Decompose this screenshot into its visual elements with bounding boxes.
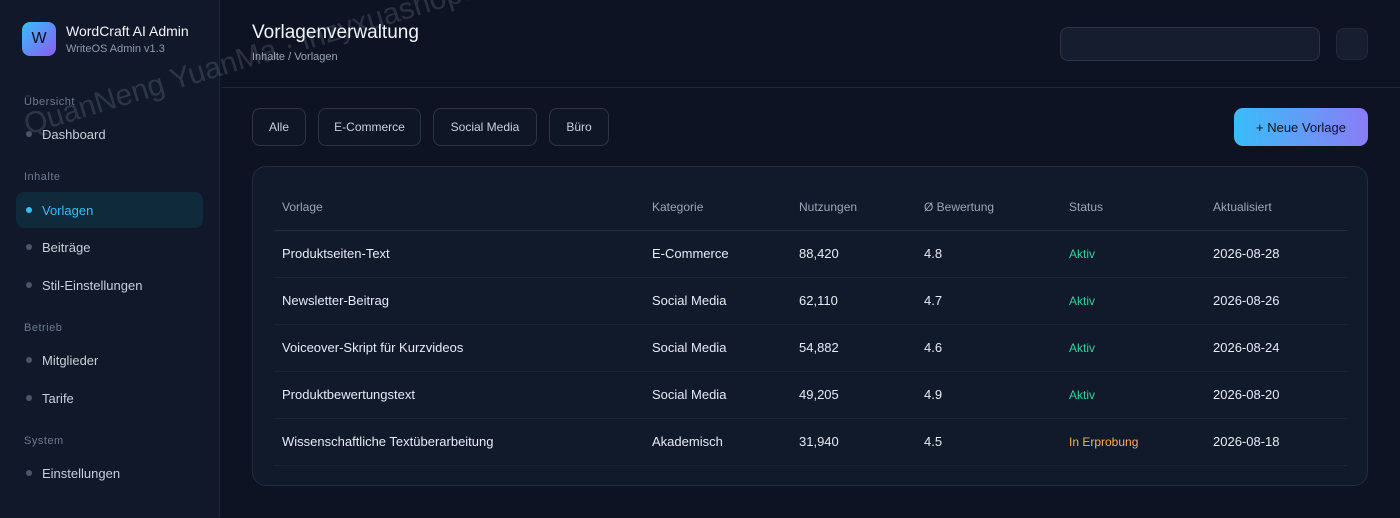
brand-logo: W	[22, 22, 56, 56]
templates-card: Vorlage Kategorie Nutzungen Ø Bewertung …	[252, 166, 1368, 486]
status-badge: In Erprobung	[1061, 418, 1205, 466]
breadcrumb: Inhalte / Vorlagen	[252, 51, 338, 63]
sidebar-item-label: Einstellungen	[42, 465, 121, 481]
sidebar: W WordCraft AI Admin WriteOS Admin v1.3 …	[0, 0, 220, 518]
sidebar-item-label: Mitglieder	[42, 352, 99, 368]
cell-template: Produktseiten-Text	[274, 230, 644, 278]
brand-name: WordCraft AI Admin	[66, 22, 189, 39]
bullet-icon	[26, 395, 32, 401]
header-action-button[interactable]	[1336, 28, 1368, 60]
cell-usage: 49,205	[791, 371, 916, 419]
sidebar-item-label: Tarife	[42, 390, 74, 406]
cell-template: Newsletter-Beitrag	[274, 277, 644, 325]
cell-category: Social Media	[644, 277, 791, 325]
filter-social-media[interactable]: Social Media	[433, 108, 537, 146]
sidebar-item-label: Beiträge	[42, 239, 91, 255]
table-row[interactable]: Produktseiten-Text E-Commerce 88,420 4.8…	[274, 230, 1347, 278]
bullet-icon	[26, 131, 32, 137]
sidebar-item-style-settings[interactable]: Stil-Einstellungen	[16, 267, 203, 303]
column-header-template[interactable]: Vorlage	[274, 185, 644, 231]
page-title: Vorlagenverwaltung	[252, 22, 419, 43]
table-header-row: Vorlage Kategorie Nutzungen Ø Bewertung …	[274, 185, 1347, 231]
cell-template: Voiceover-Skript für Kurzvideos	[274, 324, 644, 372]
cell-usage: 62,110	[791, 277, 916, 325]
bullet-icon	[26, 282, 32, 288]
sidebar-item-templates[interactable]: Vorlagen	[16, 192, 203, 228]
cell-rating: 4.6	[916, 324, 1061, 372]
cell-rating: 4.8	[916, 230, 1061, 278]
cell-updated: 2026-08-26	[1205, 277, 1347, 325]
sidebar-item-plans[interactable]: Tarife	[16, 380, 203, 416]
status-badge: Aktiv	[1061, 324, 1205, 372]
table-row[interactable]: Newsletter-Beitrag Social Media 62,110 4…	[274, 277, 1347, 325]
cell-rating: 4.7	[916, 277, 1061, 325]
bullet-icon	[26, 244, 32, 250]
cell-usage: 88,420	[791, 230, 916, 278]
table-row[interactable]: Wissenschaftliche Textüberarbeitung Akad…	[274, 418, 1347, 466]
sidebar-item-label: Vorlagen	[42, 202, 94, 218]
table-row[interactable]: Voiceover-Skript für Kurzvideos Social M…	[274, 324, 1347, 372]
nav-section-system: System	[24, 435, 64, 447]
search-input[interactable]	[1060, 27, 1320, 61]
cell-usage: 31,940	[791, 418, 916, 466]
filter-all[interactable]: Alle	[252, 108, 306, 146]
cell-updated: 2026-08-20	[1205, 371, 1347, 419]
nav-section-content: Inhalte	[24, 171, 61, 183]
cell-updated: 2026-08-18	[1205, 418, 1347, 466]
templates-table: Vorlage Kategorie Nutzungen Ø Bewertung …	[274, 185, 1347, 466]
cell-template: Wissenschaftliche Textüberarbeitung	[274, 418, 644, 466]
new-template-button[interactable]: + Neue Vorlage	[1234, 108, 1368, 146]
brand: W WordCraft AI Admin WriteOS Admin v1.3	[22, 22, 189, 56]
cell-rating: 4.5	[916, 418, 1061, 466]
bullet-icon	[26, 470, 32, 476]
status-badge: Aktiv	[1061, 230, 1205, 278]
filter-ecommerce[interactable]: E-Commerce	[318, 108, 421, 146]
cell-usage: 54,882	[791, 324, 916, 372]
bullet-icon	[26, 207, 32, 213]
sidebar-item-label: Stil-Einstellungen	[42, 277, 143, 293]
status-badge: Aktiv	[1061, 371, 1205, 419]
sidebar-item-dashboard[interactable]: Dashboard	[16, 116, 203, 152]
cell-category: Social Media	[644, 371, 791, 419]
sidebar-item-settings[interactable]: Einstellungen	[16, 455, 203, 491]
cell-rating: 4.9	[916, 371, 1061, 419]
column-header-rating[interactable]: Ø Bewertung	[916, 185, 1061, 231]
cell-template: Produktbewertungstext	[274, 371, 644, 419]
sidebar-item-label: Dashboard	[42, 126, 106, 142]
nav-section-overview: Übersicht	[24, 96, 75, 108]
page-header: Vorlagenverwaltung Inhalte / Vorlagen	[221, 0, 1400, 88]
filter-office[interactable]: Büro	[549, 108, 609, 146]
cell-category: E-Commerce	[644, 230, 791, 278]
cell-updated: 2026-08-28	[1205, 230, 1347, 278]
brand-version: WriteOS Admin v1.3	[66, 42, 165, 55]
column-header-usage[interactable]: Nutzungen	[791, 185, 916, 231]
status-badge: Aktiv	[1061, 277, 1205, 325]
sidebar-item-posts[interactable]: Beiträge	[16, 229, 203, 265]
column-header-status[interactable]: Status	[1061, 185, 1205, 231]
cell-category: Social Media	[644, 324, 791, 372]
bullet-icon	[26, 357, 32, 363]
nav-section-operations: Betrieb	[24, 322, 63, 334]
column-header-category[interactable]: Kategorie	[644, 185, 791, 231]
cell-category: Akademisch	[644, 418, 791, 466]
table-row[interactable]: Produktbewertungstext Social Media 49,20…	[274, 371, 1347, 419]
column-header-updated[interactable]: Aktualisiert	[1205, 185, 1347, 231]
cell-updated: 2026-08-24	[1205, 324, 1347, 372]
sidebar-item-members[interactable]: Mitglieder	[16, 342, 203, 378]
